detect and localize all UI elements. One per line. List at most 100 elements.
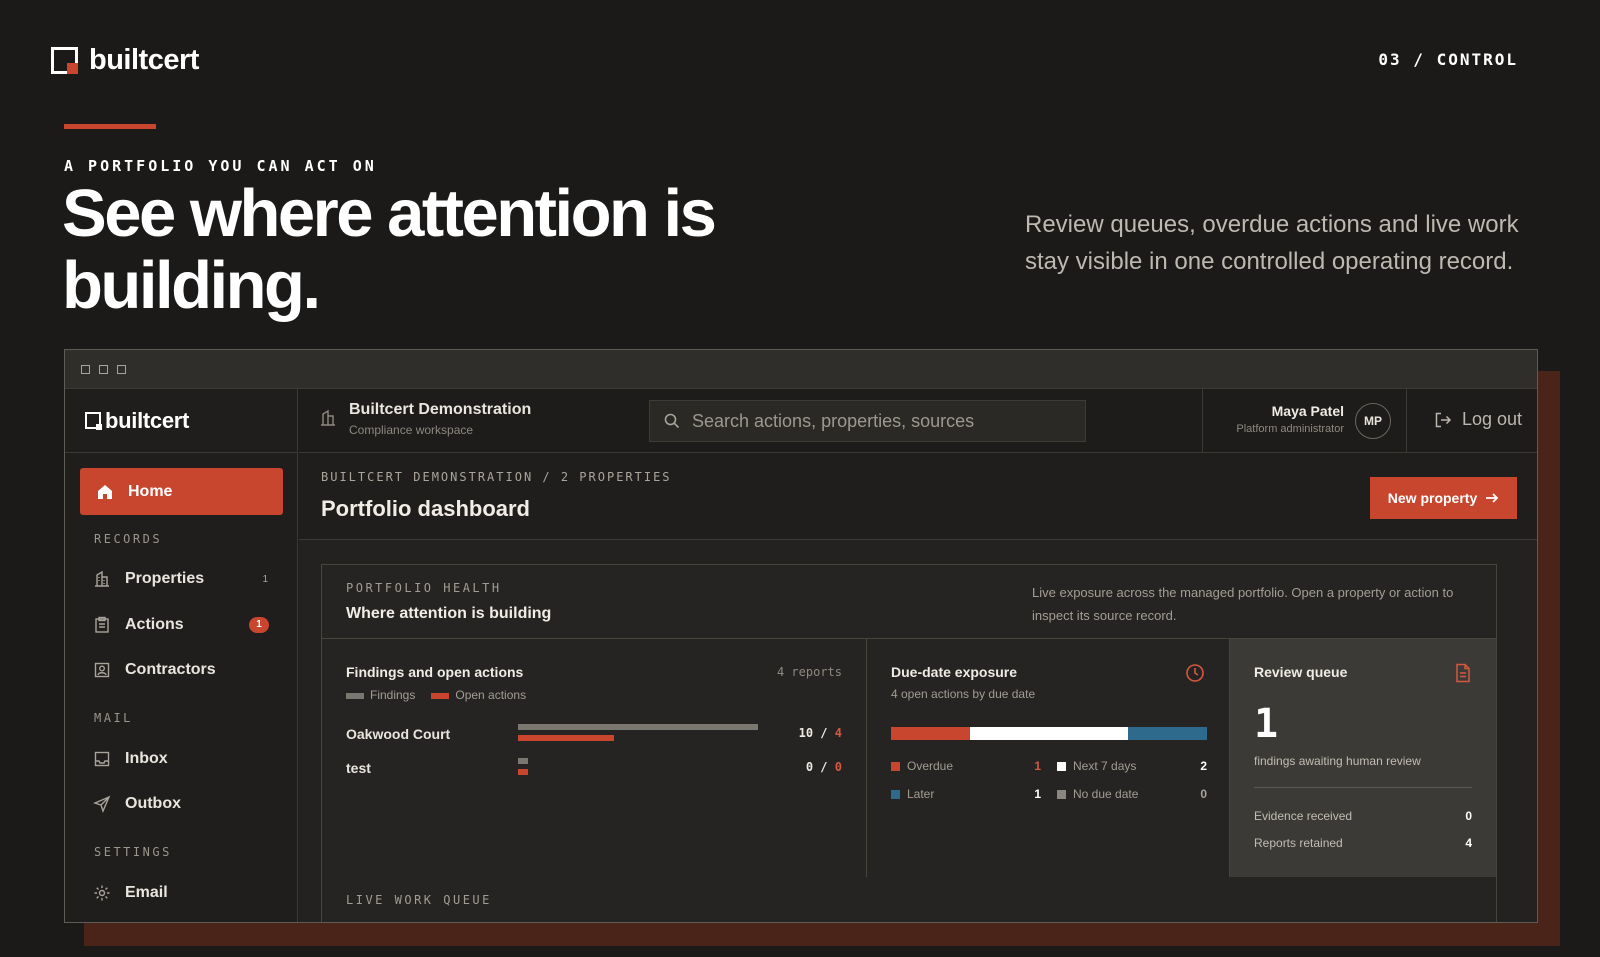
contact-card-icon bbox=[94, 662, 110, 678]
due-label: No due date bbox=[1073, 787, 1139, 801]
sidebar-item-outbox[interactable]: Outbox bbox=[93, 792, 268, 816]
review-queue-card[interactable]: Review queue 1 findings awaiting human r… bbox=[1230, 639, 1496, 877]
property-name: Oakwood Court bbox=[346, 726, 451, 742]
building-icon bbox=[95, 570, 109, 587]
sidebar-item-actions[interactable]: Actions 1 bbox=[93, 613, 269, 637]
chart-legend: Findings Open actions bbox=[346, 688, 526, 702]
hero-description: Review queues, overdue actions and live … bbox=[1025, 211, 1519, 275]
sidebar-item-properties[interactable]: Properties 1 bbox=[93, 567, 268, 591]
review-queue-title: Review queue bbox=[1254, 664, 1348, 680]
live-work-queue-label: LIVE WORK QUEUE bbox=[346, 893, 492, 907]
portfolio-health-panel: PORTFOLIO HEALTH Where attention is buil… bbox=[321, 564, 1497, 922]
window-control-icon[interactable] bbox=[99, 364, 108, 374]
workspace-switcher[interactable]: Builtcert Demonstration Compliance works… bbox=[319, 401, 531, 437]
due-legend-overdue: Overdue 1 bbox=[891, 759, 1041, 775]
due-segment-next-7-days bbox=[970, 727, 1128, 740]
nav-group-settings: SETTINGS bbox=[94, 845, 172, 859]
avatar[interactable]: MP bbox=[1355, 403, 1391, 439]
logout-button[interactable]: Log out bbox=[1434, 409, 1522, 430]
user-name: Maya Patel bbox=[1271, 403, 1344, 419]
separator: / bbox=[820, 760, 828, 774]
hero-title: See where attention is building. bbox=[62, 176, 717, 323]
sidebar-item-label: Email bbox=[125, 884, 168, 901]
section-label: 03 / CONTROL bbox=[1378, 50, 1518, 69]
review-queue-subtitle: findings awaiting human review bbox=[1254, 754, 1421, 768]
property-row[interactable]: test 0 / 0 bbox=[346, 758, 842, 786]
due-legend-later: Later 1 bbox=[891, 787, 1041, 803]
legend-open-actions: Open actions bbox=[431, 688, 526, 702]
breadcrumb[interactable]: BUILTCERT DEMONSTRATION / 2 PROPERTIES bbox=[321, 470, 672, 484]
user-menu[interactable]: Maya Patel Platform administrator MP bbox=[1202, 389, 1407, 453]
home-icon bbox=[98, 484, 112, 499]
main-content: BUILTCERT DEMONSTRATION / 2 PROPERTIES P… bbox=[299, 454, 1537, 922]
new-property-button[interactable]: New property bbox=[1370, 477, 1517, 519]
property-name: test bbox=[346, 760, 371, 776]
clock-icon bbox=[1186, 664, 1204, 682]
inbox-icon bbox=[94, 751, 110, 767]
sidebar-item-home[interactable]: Home bbox=[80, 468, 283, 515]
due-value: 1 bbox=[1034, 759, 1041, 773]
legend-findings: Findings bbox=[346, 688, 415, 702]
brand-name: builtcert bbox=[89, 44, 199, 76]
search-input[interactable] bbox=[692, 410, 1072, 432]
sidebar-brand[interactable]: builtcert bbox=[65, 389, 297, 453]
divider bbox=[1254, 787, 1472, 788]
findings-count: 10 bbox=[798, 726, 814, 740]
sidebar-item-label: Home bbox=[128, 482, 173, 500]
nav-group-mail: MAIL bbox=[94, 711, 133, 725]
row-value: 4 bbox=[1465, 836, 1472, 850]
accent-rule bbox=[64, 124, 156, 129]
row-value: 0 bbox=[1465, 809, 1472, 823]
logout-label: Log out bbox=[1461, 409, 1522, 429]
open-actions-count: 0 bbox=[834, 760, 842, 774]
window-control-icon[interactable] bbox=[81, 364, 90, 374]
due-date-stacked-bar bbox=[891, 727, 1207, 740]
brand-logo[interactable]: builtcert bbox=[51, 44, 199, 77]
arrow-right-icon bbox=[1486, 493, 1499, 503]
app-header: Builtcert Demonstration Compliance works… bbox=[299, 389, 1537, 453]
sidebar-item-inbox[interactable]: Inbox bbox=[93, 747, 268, 771]
findings-count: 0 bbox=[805, 760, 814, 774]
legend-label: Open actions bbox=[455, 688, 527, 702]
count-badge: 1 bbox=[262, 573, 268, 585]
logout-icon bbox=[1435, 412, 1451, 427]
nav-group-records: RECORDS bbox=[94, 532, 163, 546]
send-icon bbox=[93, 795, 111, 813]
sidebar-item-label: Contractors bbox=[125, 661, 216, 678]
open-actions-count: 4 bbox=[834, 726, 842, 740]
property-row[interactable]: Oakwood Court 10 / 4 bbox=[346, 724, 842, 752]
sidebar-item-email[interactable]: Email bbox=[93, 881, 268, 905]
window-control-icon[interactable] bbox=[117, 364, 126, 374]
gear-icon bbox=[94, 885, 110, 901]
new-property-label: New property bbox=[1387, 490, 1478, 506]
brand-mark-icon bbox=[85, 412, 102, 430]
due-date-card: Due-date exposure 4 open actions by due … bbox=[867, 639, 1230, 877]
health-columns: Findings and open actions 4 reports Find… bbox=[322, 639, 1496, 877]
property-value: 0 / 0 bbox=[806, 760, 842, 774]
window-titlebar bbox=[65, 350, 1537, 389]
findings-card: Findings and open actions 4 reports Find… bbox=[322, 639, 867, 877]
sidebar-item-label: Properties bbox=[125, 570, 205, 587]
due-legend-no-due-date: No due date 0 bbox=[1057, 787, 1207, 803]
row-label: Evidence received bbox=[1254, 809, 1353, 823]
sidebar-brand-name: builtcert bbox=[105, 407, 190, 433]
panel-header: PORTFOLIO HEALTH Where attention is buil… bbox=[322, 565, 1496, 639]
search-bar[interactable] bbox=[649, 400, 1086, 442]
page-header: BUILTCERT DEMONSTRATION / 2 PROPERTIES P… bbox=[299, 454, 1537, 540]
sidebar-item-contractors[interactable]: Contractors bbox=[93, 658, 268, 682]
due-label: Overdue bbox=[907, 759, 954, 773]
row-label: Reports retained bbox=[1254, 836, 1343, 850]
building-icon bbox=[321, 409, 335, 426]
due-label: Next 7 days bbox=[1073, 759, 1137, 773]
clipboard-icon bbox=[95, 616, 109, 633]
property-value: 10 / 4 bbox=[799, 726, 842, 740]
open-actions-bar bbox=[518, 769, 528, 775]
sidebar-item-label: Outbox bbox=[125, 795, 181, 812]
document-icon bbox=[1456, 663, 1470, 683]
reports-count: 4 reports bbox=[776, 665, 842, 679]
due-segment-later bbox=[1128, 727, 1207, 740]
due-value: 1 bbox=[1034, 787, 1041, 801]
app-window: builtcert Home RECORDS Properties 1 Acti… bbox=[64, 349, 1538, 923]
reports-retained-row: Reports retained 4 bbox=[1254, 836, 1472, 850]
separator: / bbox=[820, 726, 828, 740]
